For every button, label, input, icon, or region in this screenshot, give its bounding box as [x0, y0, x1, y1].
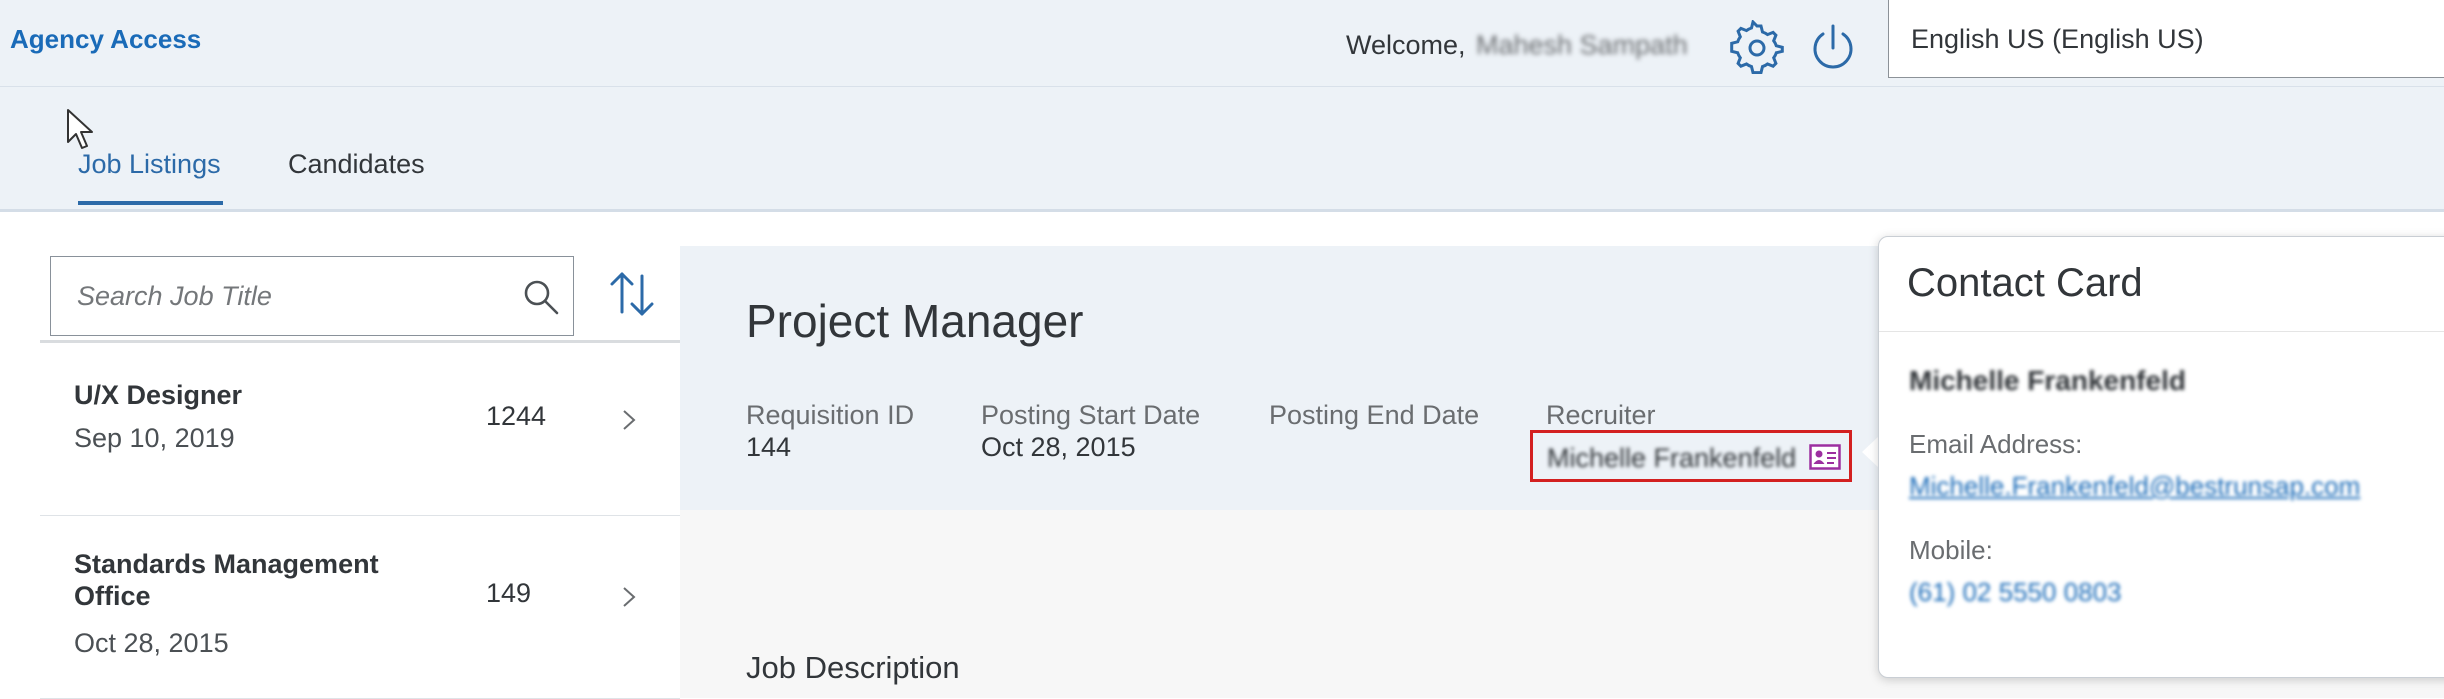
language-select-value: English US (English US)	[1911, 24, 2204, 54]
list-item[interactable]: U/X Designer Sep 10, 2019 1244	[40, 343, 680, 516]
chevron-right-icon	[623, 410, 636, 430]
job-count: 149	[486, 578, 532, 608]
power-logout-icon[interactable]	[1806, 20, 1860, 74]
email-link[interactable]: Michelle.Frankenfeld@bestrunsap.com	[1909, 471, 2360, 502]
mobile-label: Mobile:	[1909, 535, 1993, 565]
tab-job-listings[interactable]: Job Listings	[78, 149, 221, 180]
job-count: 1244	[486, 401, 547, 431]
chevron-right-icon	[623, 587, 636, 607]
job-description-heading: Job Description	[746, 650, 960, 685]
settings-gear-icon[interactable]	[1730, 20, 1784, 74]
sort-icon[interactable]	[604, 266, 660, 322]
page-title: Project Manager	[746, 295, 1084, 347]
posting-end-label: Posting End Date	[1269, 400, 1480, 430]
app-title[interactable]: Agency Access	[10, 24, 201, 55]
tab-candidates[interactable]: Candidates	[288, 149, 425, 180]
recruiter-label: Recruiter	[1546, 400, 1656, 430]
contact-name: Michelle Frankenfeld	[1909, 365, 2186, 396]
job-date: Sep 10, 2019	[74, 423, 235, 453]
job-title: Standards Management Office	[74, 549, 379, 611]
recruiter-link[interactable]: Michelle Frankenfeld	[1530, 430, 1852, 482]
welcome-label: Welcome,	[1346, 30, 1466, 60]
contact-card-title: Contact Card	[1907, 261, 2143, 305]
user-name: Mahesh Sampath	[1476, 30, 1688, 60]
contact-card-header: Contact Card	[1879, 237, 2444, 332]
posting-start-value: Oct 28, 2015	[981, 432, 1136, 462]
search-placeholder: Search Job Title	[77, 281, 272, 311]
job-title: U/X Designer	[74, 380, 243, 410]
contact-card-popover: Contact Card Michelle Frankenfeld Email …	[1878, 236, 2444, 678]
posting-start-label: Posting Start Date	[981, 400, 1201, 430]
shell-header: Agency Access Welcome, Mahesh Sampath En…	[0, 0, 2444, 87]
email-label: Email Address:	[1909, 429, 2083, 459]
requisition-id-label: Requisition ID	[746, 400, 915, 430]
requisition-id-value: 144	[746, 432, 792, 462]
recruiter-name: Michelle Frankenfeld	[1547, 443, 1797, 473]
tab-bar: Job Listings Candidates	[0, 87, 2444, 212]
search-icon[interactable]	[521, 277, 561, 317]
job-list-panel: Search Job Title U/X Designer Sep 10, 20…	[40, 246, 680, 699]
mouse-cursor-icon	[67, 109, 93, 149]
job-date: Oct 28, 2015	[74, 628, 229, 658]
language-select[interactable]: English US (English US)	[1888, 0, 2444, 78]
list-item[interactable]: Standards Management Office Oct 28, 2015…	[40, 516, 680, 699]
mobile-link[interactable]: (61) 02 5550 0803	[1909, 577, 2122, 608]
popover-arrow	[1862, 436, 1879, 468]
active-tab-indicator	[78, 201, 223, 205]
contact-card-icon[interactable]	[1809, 444, 1841, 470]
search-input[interactable]: Search Job Title	[50, 256, 574, 336]
